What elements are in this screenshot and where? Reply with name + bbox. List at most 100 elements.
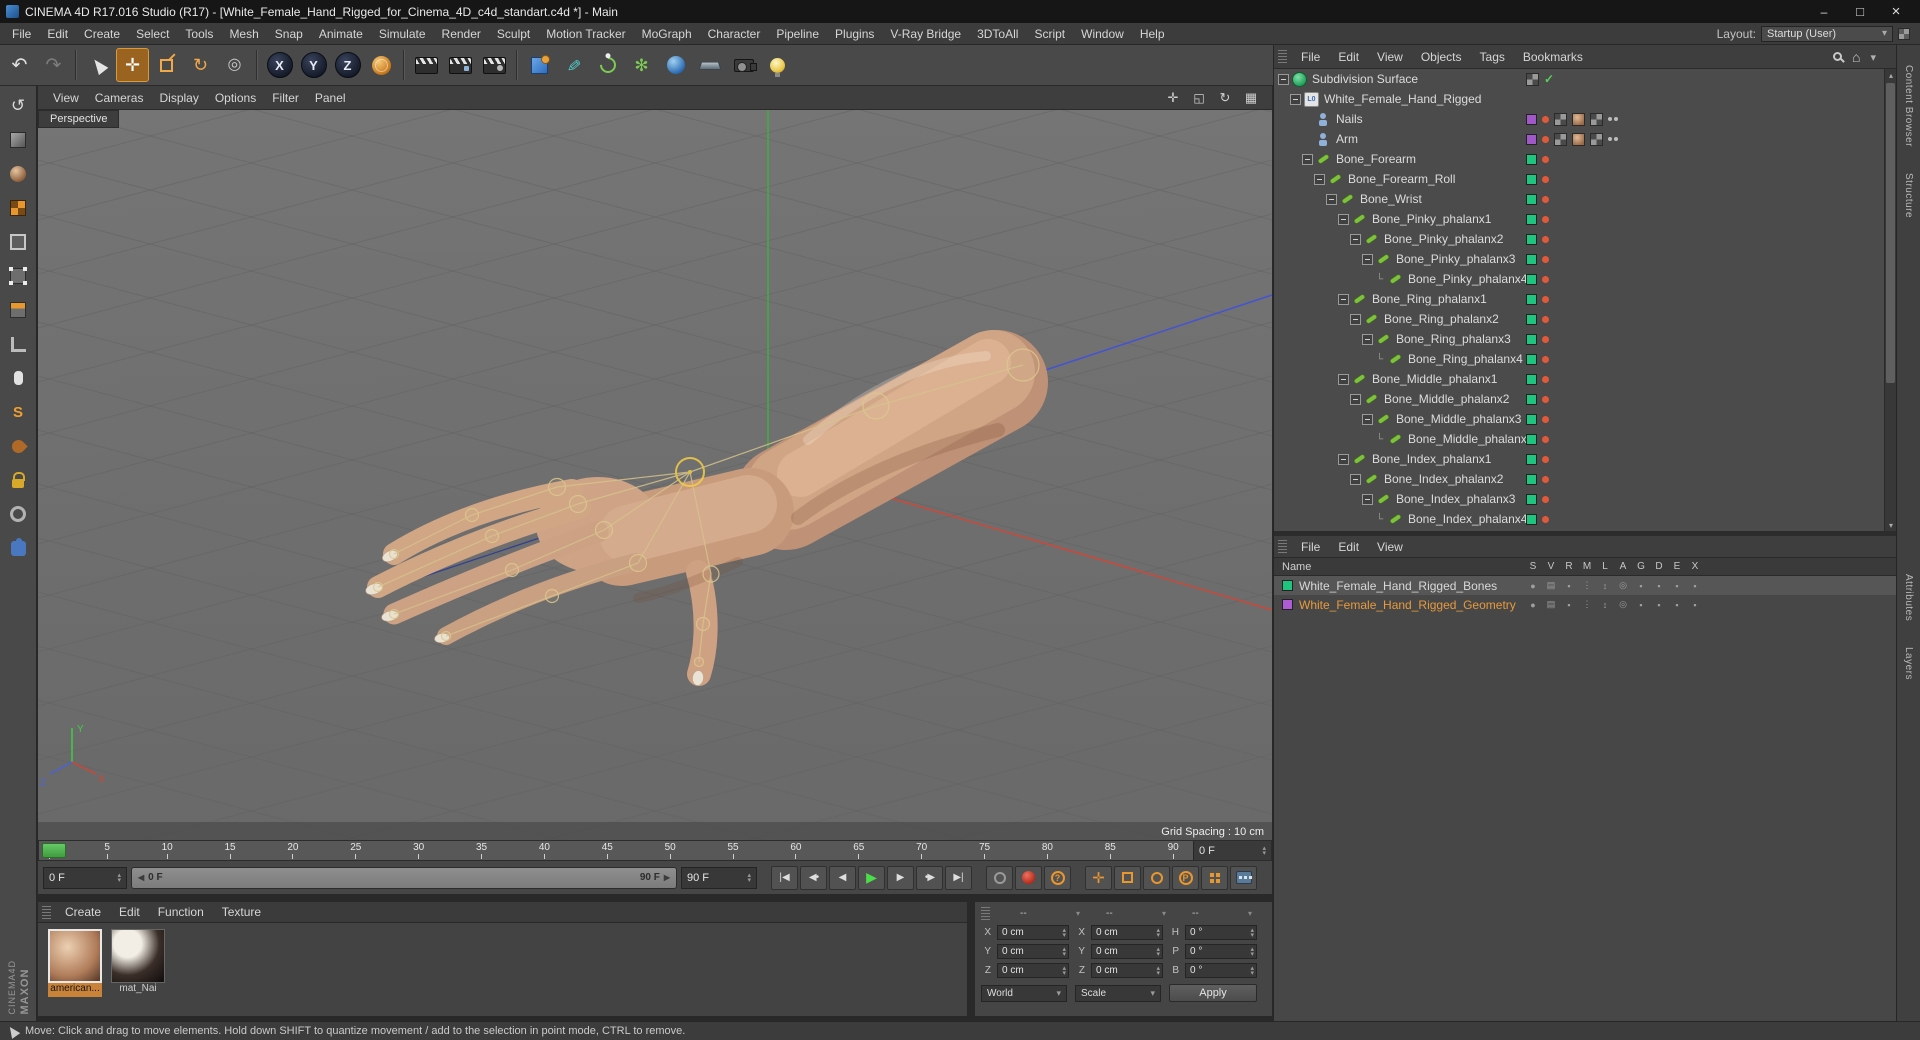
coordinate-system-button[interactable] <box>365 48 398 82</box>
range-right-arrow-icon[interactable] <box>660 872 670 883</box>
layer-tag-icon[interactable] <box>1526 393 1537 405</box>
goto-next-key-button[interactable] <box>916 865 943 890</box>
tree-row[interactable]: Bone_Wrist <box>1274 189 1885 209</box>
layer-tag-icon[interactable] <box>1526 313 1537 325</box>
red-dot-icon[interactable] <box>1542 215 1549 223</box>
tree-label[interactable]: Bone_Forearm <box>1336 152 1416 166</box>
tree-label[interactable]: Bone_Middle_phalanx2 <box>1384 392 1509 406</box>
tree-row[interactable]: Bone_Pinky_phalanx3 <box>1274 249 1885 269</box>
stepper-icon[interactable] <box>1062 947 1066 957</box>
material-thumbnail-nails[interactable] <box>111 929 165 983</box>
rotate-view-icon[interactable] <box>1216 90 1234 106</box>
tree-label[interactable]: Bone_Wrist <box>1360 192 1422 206</box>
camera-label[interactable]: Perspective <box>38 110 120 128</box>
make-editable-button[interactable] <box>3 91 33 121</box>
stepper-icon[interactable] <box>1156 928 1160 938</box>
timeline-ruler[interactable]: 0 5 10 15 20 25 30 35 40 45 50 55 60 65 … <box>38 840 1272 861</box>
tree-row[interactable]: Bone_Ring_phalanx3 <box>1274 329 1885 349</box>
red-dot-icon[interactable] <box>1542 275 1549 283</box>
menu-motion-tracker[interactable]: Motion Tracker <box>538 25 633 43</box>
expand-icon[interactable] <box>1338 293 1349 305</box>
expand-icon[interactable] <box>1350 473 1361 485</box>
spline-primitive-button[interactable] <box>591 48 624 82</box>
tree-row[interactable]: Subdivision Surface <box>1274 69 1885 89</box>
chevron-down-icon[interactable] <box>1870 50 1876 64</box>
tree-row[interactable]: Bone_Ring_phalanx4 <box>1274 349 1885 369</box>
lock-x-axis-button[interactable]: X <box>263 48 296 82</box>
om-menu-edit[interactable]: Edit <box>1330 48 1367 66</box>
autokey-button[interactable] <box>1044 865 1071 890</box>
keyframe-rotation-button[interactable] <box>1143 865 1170 890</box>
red-dot-icon[interactable] <box>1542 175 1549 183</box>
expand-icon[interactable] <box>1362 253 1373 265</box>
material-tag-icon[interactable] <box>1572 112 1585 126</box>
play-button[interactable] <box>858 865 885 890</box>
vp-menu-view[interactable]: View <box>46 89 86 107</box>
layer-tag-icon[interactable] <box>1526 373 1537 385</box>
tree-row[interactable]: Bone_Middle_phalanx1 <box>1274 369 1885 389</box>
menu-create[interactable]: Create <box>76 25 128 43</box>
om-menu-file[interactable]: File <box>1293 48 1328 66</box>
panel-grip-icon[interactable] <box>1278 50 1287 63</box>
menu-animate[interactable]: Animate <box>311 25 371 43</box>
red-dot-icon[interactable] <box>1542 435 1549 443</box>
search-icon[interactable] <box>1833 52 1842 61</box>
menu-script[interactable]: Script <box>1026 25 1073 43</box>
rotate-tool-button[interactable] <box>184 48 217 82</box>
camera-button[interactable] <box>727 48 760 82</box>
layer-tag-icon[interactable] <box>1526 153 1537 165</box>
om-menu-bookmarks[interactable]: Bookmarks <box>1515 48 1591 66</box>
texture-tag-icon[interactable] <box>1554 112 1567 126</box>
object-axis-mode-button[interactable] <box>3 227 33 257</box>
menu-select[interactable]: Select <box>128 25 177 43</box>
layer-tag-icon[interactable] <box>1526 473 1537 485</box>
playhead[interactable] <box>42 843 66 858</box>
display-tag-icon[interactable] <box>1526 72 1539 86</box>
keyframe-selection-button[interactable] <box>1230 865 1257 890</box>
tree-label[interactable]: Bone_Ring_phalanx4 <box>1408 352 1523 366</box>
layer-tag-icon[interactable] <box>1526 413 1537 425</box>
red-dot-icon[interactable] <box>1542 195 1549 203</box>
tree-label[interactable]: Bone_Index_phalanx1 <box>1372 452 1491 466</box>
layer-tag-icon[interactable] <box>1526 293 1537 305</box>
layer-tag-icon[interactable] <box>1526 513 1537 525</box>
layer-tag-icon[interactable] <box>1526 493 1537 505</box>
goto-start-button[interactable] <box>771 865 798 890</box>
texture-axis-mode-button[interactable] <box>3 193 33 223</box>
menu-mesh[interactable]: Mesh <box>221 25 266 43</box>
menu-vray-bridge[interactable]: V-Ray Bridge <box>882 25 969 43</box>
red-dot-icon[interactable] <box>1542 415 1549 423</box>
red-dot-icon[interactable] <box>1542 495 1549 503</box>
red-dot-icon[interactable] <box>1542 395 1549 403</box>
menu-window[interactable]: Window <box>1073 25 1132 43</box>
tree-row[interactable]: White_Female_Hand_Rigged <box>1274 89 1885 109</box>
render-picture-viewer-button[interactable] <box>444 48 477 82</box>
red-dot-icon[interactable] <box>1542 315 1549 323</box>
panel-grip-icon[interactable] <box>1278 540 1287 553</box>
layer-row[interactable]: White_Female_Hand_Rigged_Geometry ● ▤ ▪ ⋮ ↕ ◎… <box>1274 595 1897 614</box>
pos-z-field[interactable]: 0 cm <box>997 963 1069 978</box>
panel-grip-icon[interactable] <box>42 905 51 919</box>
close-button[interactable] <box>1878 0 1914 23</box>
layer-toggles[interactable]: ● ▤ ▪ ⋮ ↕ ◎ ▪ ▪ ▪ ▪ <box>1526 576 1702 595</box>
paint-tool-button[interactable] <box>3 431 33 461</box>
tree-label[interactable]: Bone_Ring_phalanx1 <box>1372 292 1487 306</box>
red-dot-icon[interactable] <box>1542 135 1549 143</box>
tree-row[interactable]: Arm <box>1274 129 1885 149</box>
play-sound-button[interactable] <box>986 865 1013 890</box>
tree-label[interactable]: Arm <box>1336 132 1358 146</box>
layer-label[interactable]: White_Female_Hand_Rigged_Bones <box>1299 579 1497 593</box>
enabled-check-icon[interactable] <box>1544 72 1554 86</box>
layer-tag-icon[interactable] <box>1526 233 1537 245</box>
goto-prev-frame-button[interactable] <box>829 865 856 890</box>
expand-icon[interactable] <box>1350 393 1361 405</box>
keyframe-scale-button[interactable] <box>1114 865 1141 890</box>
minimize-button[interactable] <box>1806 0 1842 23</box>
rotate-band-button[interactable] <box>3 499 33 529</box>
menu-mograph[interactable]: MoGraph <box>634 25 700 43</box>
tree-row[interactable]: Bone_Index_phalanx4 <box>1274 509 1885 529</box>
scale-tool-button[interactable] <box>150 48 183 82</box>
expand-icon[interactable] <box>1362 413 1373 425</box>
light-button[interactable] <box>761 48 794 82</box>
tree-row[interactable]: Bone_Middle_phalanx4 <box>1274 429 1885 449</box>
